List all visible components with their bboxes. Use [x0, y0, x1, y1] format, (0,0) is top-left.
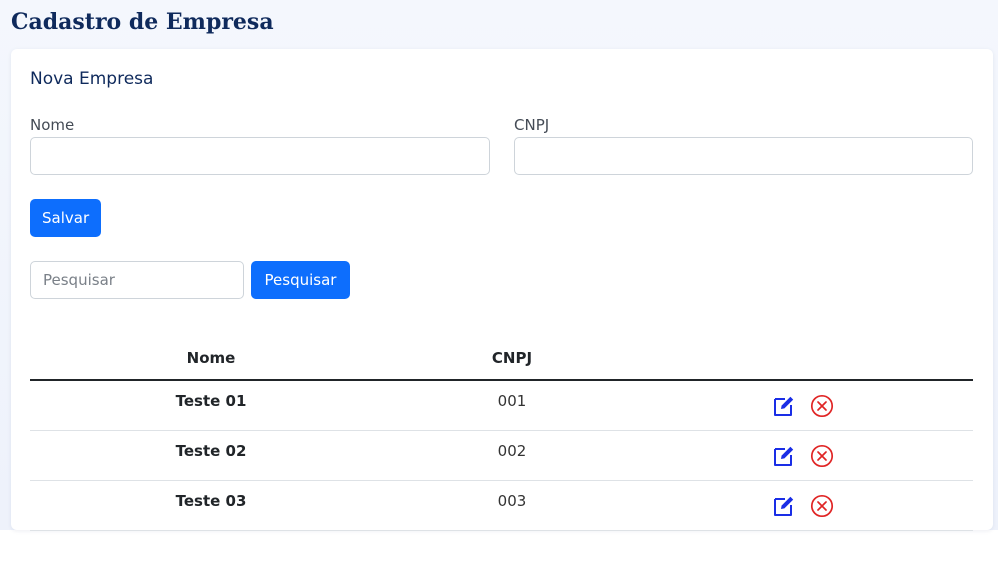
table-header: Nome CNPJ	[30, 339, 973, 381]
column-header-name: Nome	[186, 349, 236, 367]
delete-icon[interactable]	[810, 394, 834, 418]
save-button[interactable]: Salvar	[30, 199, 101, 237]
row-actions	[772, 444, 834, 468]
row-actions	[772, 394, 834, 418]
edit-icon[interactable]	[772, 444, 796, 468]
table-row: Teste 03 003	[30, 481, 973, 531]
cell-name: Teste 03	[175, 492, 247, 510]
cell-cnpj: 002	[497, 442, 527, 460]
name-input[interactable]	[30, 137, 490, 175]
column-header-cnpj: CNPJ	[491, 349, 533, 367]
row-actions	[772, 494, 834, 518]
cell-cnpj: 003	[497, 492, 527, 510]
cnpj-label: CNPJ	[514, 116, 550, 134]
company-card: Nova Empresa Nome CNPJ Salvar Pesquisar …	[11, 49, 993, 531]
table-row: Teste 02 002	[30, 431, 973, 481]
edit-icon[interactable]	[772, 394, 796, 418]
cell-name: Teste 02	[175, 442, 247, 460]
search-input[interactable]	[30, 261, 244, 299]
cell-cnpj: 001	[497, 392, 527, 410]
table-body: Teste 01 001 Teste 02 002 Teste 03 003	[30, 381, 973, 531]
form-title: Nova Empresa	[30, 69, 154, 89]
cell-name: Teste 01	[175, 392, 247, 410]
cnpj-input[interactable]	[514, 137, 973, 175]
name-label: Nome	[30, 116, 75, 134]
page-title: Cadastro de Empresa	[11, 9, 274, 35]
delete-icon[interactable]	[810, 444, 834, 468]
company-table: Nome CNPJ Teste 01 001 Teste 02 002 Test…	[30, 339, 973, 531]
edit-icon[interactable]	[772, 494, 796, 518]
delete-icon[interactable]	[810, 494, 834, 518]
search-button[interactable]: Pesquisar	[251, 261, 350, 299]
table-row: Teste 01 001	[30, 381, 973, 431]
